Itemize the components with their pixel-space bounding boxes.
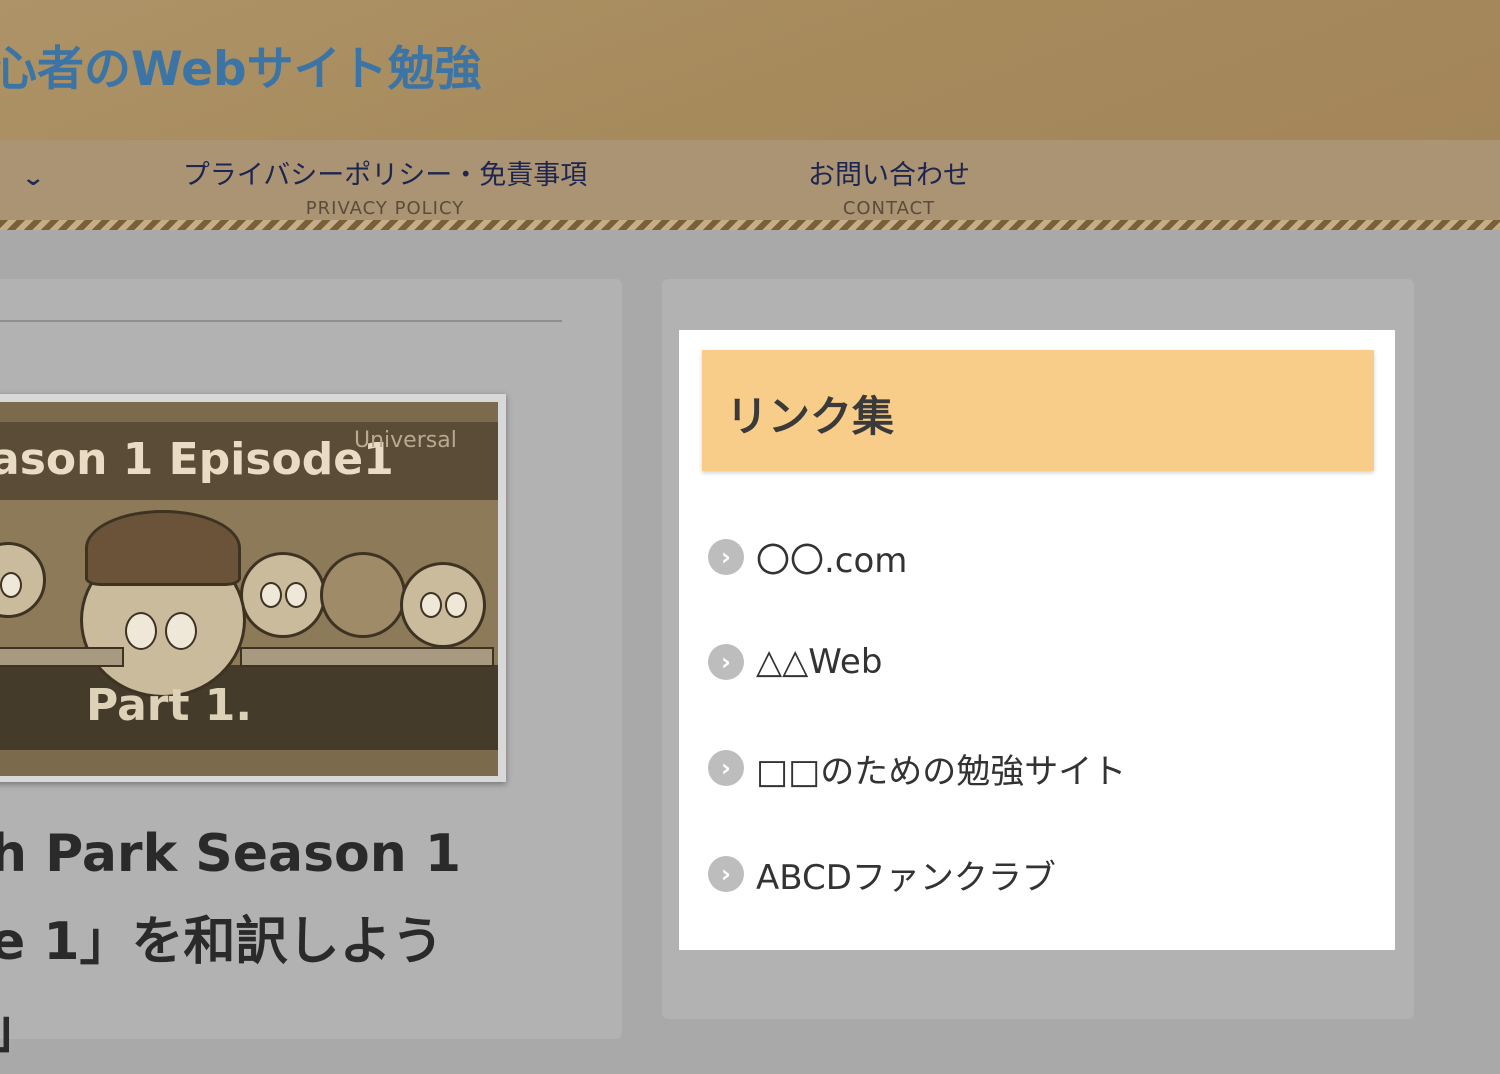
cartoon-character [400,562,486,648]
link-label: △△Web [756,642,883,682]
sidebar-link-study-site[interactable]: › □□のための勉強サイト [708,743,1126,793]
cartoon-character [240,552,326,638]
character-eye [420,592,442,618]
link-label: ABCDファンクラブ [756,857,1056,898]
post-title-line: h Park Season 1 [0,824,462,884]
chevron-right-icon: › [708,539,744,575]
site-title[interactable]: 心者のWebサイト勉強 [0,30,482,99]
nav-item-sublabel: CONTACT [842,198,936,219]
post-title-line: e 1」を和訳しよう [0,912,444,972]
chevron-down-icon[interactable]: ⌄ [21,166,45,191]
chevron-right-icon: › [708,856,744,892]
thumbnail-episode-text: ason 1 Episode1 [0,434,394,485]
character-eye [125,612,157,650]
character-eye [260,582,282,608]
nav-item-label: プライバシーポリシー・免責事項 [182,160,588,191]
post-thumbnail-image[interactable]: ason 1 Episode1 Universal Part 1. [0,402,498,776]
post-title-line: 」 [0,986,610,1074]
divider [0,320,562,322]
nav-item-sublabel: PRIVACY POLICY [305,198,465,219]
sidebar-link-fan-club[interactable]: › ABCDファンクラブ [708,849,1056,899]
thumbnail-universal-logo: Universal [354,428,457,453]
site-header: 心者のWebサイト勉強 [0,0,1500,140]
sidebar-link-web[interactable]: › △△Web [708,637,882,687]
cartoon-character [320,552,406,638]
link-label: □□のための勉強サイト [756,751,1127,792]
nav-stripe-border [0,220,1500,230]
sidebar-link-oo-com[interactable]: › 〇〇.com [708,532,907,582]
character-eye [445,592,467,618]
character-eye [165,612,197,650]
link-label: 〇〇.com [756,540,908,581]
fedora-hat [85,510,241,586]
widget-title: リンク集 [726,392,895,441]
classroom-desk [240,647,494,667]
nav-item-contact[interactable]: お問い合わせ CONTACT [800,153,978,219]
nav-item-privacy-policy[interactable]: プライバシーポリシー・免責事項 PRIVACY POLICY [174,153,596,219]
chevron-right-icon: › [708,644,744,680]
character-eye [285,582,307,608]
chevron-right-icon: › [708,750,744,786]
nav-item-label: お問い合わせ [808,160,970,191]
thumbnail-part-text: Part 1. [86,680,253,731]
post-title[interactable]: h Park Season 1 e 1」を和訳しよう 」 [0,810,610,1074]
character-eye [0,572,22,598]
classroom-desk [0,647,124,667]
